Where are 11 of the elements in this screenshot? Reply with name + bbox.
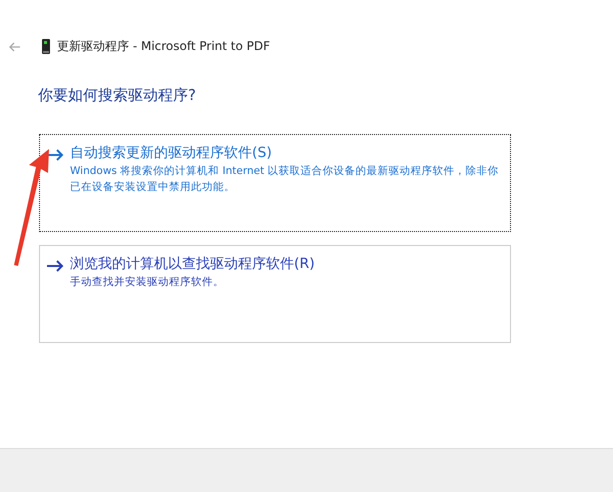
- option-title: 浏览我的计算机以查找驱动程序软件(R): [70, 255, 315, 274]
- right-arrow-icon: [46, 260, 64, 272]
- dialog-heading: 你要如何搜索驱动程序?: [38, 86, 197, 105]
- option-description: Windows 将搜索你的计算机和 Internet 以获取适合你设备的最新驱动程序软件，除非你已在设备安装设置中禁用此功能。: [70, 164, 500, 195]
- printer-device-icon: [42, 39, 50, 54]
- option-title: 自动搜索更新的驱动程序软件(S): [70, 144, 273, 163]
- window-title: 更新驱动程序 - Microsoft Print to PDF: [57, 38, 270, 55]
- back-arrow-icon: [9, 42, 21, 52]
- option-button[interactable]: 浏览我的计算机以查找驱动程序软件(R) 手动查找并安装驱动程序软件。: [39, 245, 511, 343]
- option-description: 手动查找并安装驱动程序软件。: [70, 275, 225, 290]
- right-arrow-icon: [46, 149, 64, 161]
